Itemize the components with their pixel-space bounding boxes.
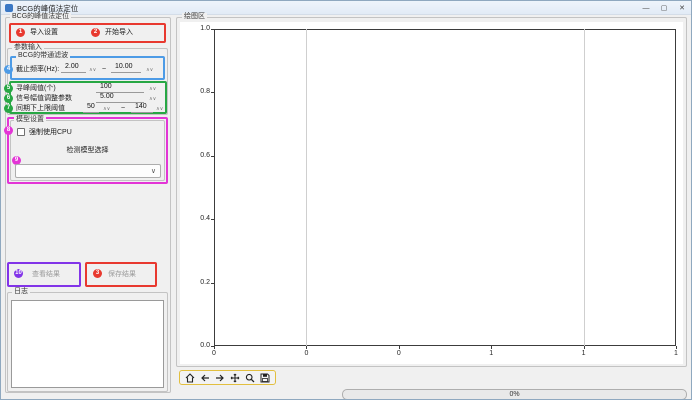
plot-panel-group-title: 绘图区 (182, 13, 207, 21)
amplitude-adjust-label: 信号幅值调整参数 (16, 95, 72, 103)
cutoff-high-input[interactable]: 10.00 (111, 63, 141, 73)
interval-high-spinner-icon[interactable]: ∧∨ (156, 105, 163, 113)
model-select-combobox[interactable]: ∨ (15, 164, 161, 178)
badge-8: 8 (4, 126, 13, 135)
log-group-title: 日志 (12, 288, 30, 296)
cutoff-frequency-label: 截止频率(Hz): (16, 66, 59, 74)
y-tick-label: 0.2 (192, 279, 210, 287)
minimize-button[interactable]: — (637, 1, 655, 15)
badge-1: 1 (16, 28, 25, 37)
badge-2: 2 (91, 28, 100, 37)
plot-axes (214, 29, 676, 346)
bandpass-group-title: BCG的带通滤波 (16, 52, 70, 60)
cutoff-separator: ~ (102, 66, 106, 74)
cutoff-low-spinner-icon[interactable]: ∧∨ (89, 66, 96, 74)
title-bar (1, 1, 691, 15)
progress-value: 0% (509, 390, 519, 399)
y-tick-mark (211, 29, 214, 30)
x-tick-label: 1 (481, 350, 501, 358)
y-tick-mark (211, 283, 214, 284)
peak-threshold-spinner-icon[interactable]: ∧∨ (149, 85, 156, 93)
combobox-chevron-down-icon: ∨ (151, 166, 156, 178)
cutoff-high-spinner-icon[interactable]: ∧∨ (146, 66, 153, 74)
save-floppy-icon[interactable] (260, 373, 270, 383)
x-tick-mark (306, 346, 307, 349)
y-tick-mark (211, 156, 214, 157)
cutoff-low-input[interactable]: 2.00 (61, 63, 86, 73)
y-tick-label: 0.6 (192, 152, 210, 160)
x-tick-label: 0 (204, 350, 224, 358)
close-button[interactable]: ✕ (673, 1, 691, 15)
peak-threshold-input[interactable]: 100 (96, 83, 144, 93)
params-group-title: 参数输入 (12, 44, 44, 52)
x-tick-label: 1 (666, 350, 686, 358)
save-results-button[interactable]: 保存结果 (108, 271, 136, 279)
y-tick-label: 0.8 (192, 88, 210, 96)
home-icon[interactable] (185, 373, 195, 383)
x-tick-mark (399, 346, 400, 349)
progress-bar: 0% (342, 389, 687, 400)
badge-5: 5 (4, 84, 13, 93)
start-import-button[interactable]: 开始导入 (105, 29, 133, 37)
plot-gridline-vertical (306, 29, 307, 346)
interval-threshold-label: 间期下上限阈值 (16, 105, 65, 113)
y-tick-mark (211, 346, 214, 347)
interval-high-input[interactable]: 140 (131, 103, 153, 113)
y-tick-label: 1.0 (192, 25, 210, 33)
y-tick-mark (211, 92, 214, 93)
badge-6: 6 (4, 94, 13, 103)
x-tick-mark (676, 346, 677, 349)
force-cpu-checkbox[interactable] (17, 128, 25, 136)
zoom-magnifier-icon[interactable] (245, 373, 255, 383)
force-cpu-label: 强制使用CPU (29, 129, 72, 137)
x-tick-label: 0 (296, 350, 316, 358)
left-panel-group-title: BCG的峰值法定位 (10, 13, 71, 21)
y-tick-label: 0.4 (192, 215, 210, 223)
import-settings-button[interactable]: 导入设置 (30, 29, 58, 37)
x-tick-label: 0 (389, 350, 409, 358)
view-results-button[interactable]: 查看结果 (32, 271, 60, 279)
x-tick-label: 1 (574, 350, 594, 358)
interval-low-input[interactable]: 50 (83, 103, 99, 113)
badge-7: 7 (4, 104, 13, 113)
pan-icon[interactable] (230, 373, 240, 383)
plot-gridline-vertical (584, 29, 585, 346)
x-tick-mark (584, 346, 585, 349)
y-tick-mark (211, 219, 214, 220)
amplitude-adjust-spinner-icon[interactable]: ∧∨ (149, 95, 156, 103)
peak-threshold-label: 寻峰阈值(个) (16, 85, 56, 93)
log-listbox[interactable] (11, 300, 164, 388)
x-tick-mark (491, 346, 492, 349)
model-select-label: 检测模型选择 (10, 147, 165, 155)
badge-3: 3 (93, 269, 102, 278)
plot-canvas[interactable]: 0 0 0 1 1 1 0.0 0.2 0.4 0.6 0.8 1.0 (180, 22, 683, 364)
x-tick-mark (214, 346, 215, 349)
plot-toolbar (179, 370, 276, 385)
badge-10: 10 (14, 269, 23, 278)
interval-low-spinner-icon[interactable]: ∧∨ (103, 105, 110, 113)
y-tick-label: 0.0 (192, 342, 210, 350)
window-controls: — ▢ ✕ (637, 1, 691, 15)
back-arrow-icon[interactable] (200, 373, 210, 383)
forward-arrow-icon[interactable] (215, 373, 225, 383)
maximize-button[interactable]: ▢ (655, 1, 673, 15)
app-window: BCG的峰值法定位 — ▢ ✕ BCG的峰值法定位 1 导入设置 2 开始导入 … (0, 0, 692, 400)
amplitude-adjust-input[interactable]: 5.00 (96, 93, 144, 103)
interval-separator: ~ (121, 105, 125, 113)
model-group-title: 模型设置 (14, 116, 46, 124)
badge-4: 4 (4, 65, 13, 74)
app-icon (5, 4, 13, 12)
